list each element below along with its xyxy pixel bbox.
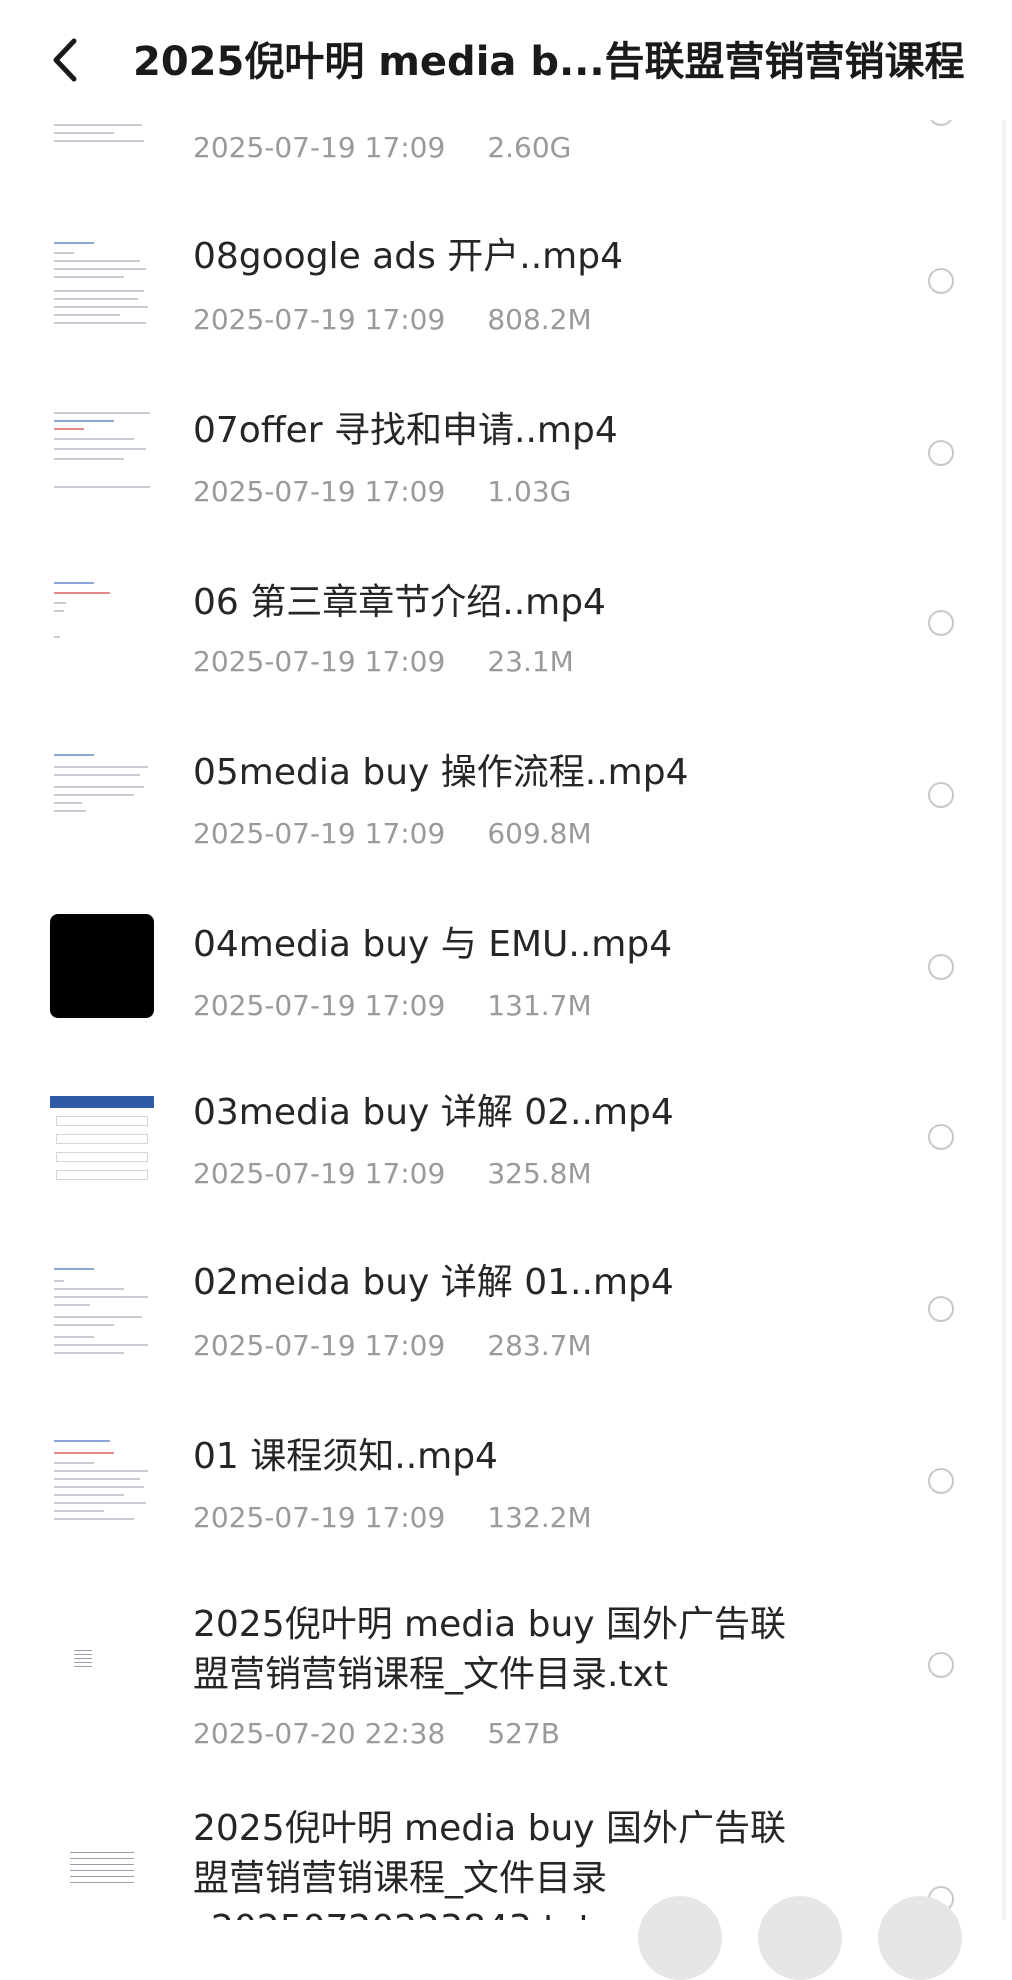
file-date: 2025-07-19 17:09	[193, 1501, 446, 1534]
select-radio[interactable]	[928, 610, 954, 636]
file-name: 05media buy 操作流程..mp4	[193, 752, 689, 793]
file-size: 2.60G	[487, 131, 572, 164]
select-radio[interactable]	[928, 440, 954, 466]
file-size: 1.03G	[487, 475, 572, 508]
file-name: 02meida buy 详解 01..mp4	[193, 1262, 674, 1303]
file-size: 808.2M	[487, 303, 592, 336]
file-meta: 2025-07-19 17:09 2.60G	[193, 128, 571, 168]
file-row[interactable]: 04media buy 与 EMU..mp4 2025-07-19 17:09 1…	[0, 906, 1012, 1066]
file-date: 2025-07-19 17:09	[193, 475, 446, 508]
file-size: 23.1M	[487, 645, 574, 678]
file-size: 609.8M	[487, 817, 592, 850]
back-button[interactable]	[40, 30, 90, 90]
file-date: 2025-07-19 17:09	[193, 817, 446, 850]
select-radio[interactable]	[928, 1468, 954, 1494]
file-thumbnail	[50, 576, 154, 680]
file-thumbnail	[50, 748, 154, 852]
file-name: 07offer 寻找和申请..mp4	[193, 410, 618, 451]
file-meta: 2025-07-19 17:09 808.2M	[193, 300, 592, 340]
file-thumbnail	[50, 1630, 154, 1734]
file-date: 2025-07-19 17:09	[193, 645, 446, 678]
top-bar: 2025倪叶明 media b...告联盟营销营销课程	[0, 0, 1012, 120]
file-meta: 2025-07-19 17:09 325.8M	[193, 1154, 592, 1194]
file-meta: 2025-07-19 17:09 131.7M	[193, 986, 592, 1026]
file-row[interactable]: 07offer 寻找和申请..mp4 2025-07-19 17:09 1.03G	[0, 392, 1012, 552]
file-row[interactable]: 2025倪叶明 media buy 国外广告联盟营销营销课程_文件目录_2025…	[0, 1800, 1012, 1920]
file-thumbnail	[50, 1262, 154, 1366]
file-row[interactable]: 2025倪叶明 media buy 国外广告联盟营销营销课程_文件目录.txt …	[0, 1600, 1012, 1776]
file-date: 2025-07-19 17:09	[193, 1157, 446, 1190]
file-meta: 2025-07-19 17:09 132.2M	[193, 1498, 592, 1538]
file-thumbnail	[50, 236, 154, 340]
select-radio[interactable]	[928, 1296, 954, 1322]
file-date: 2025-07-19 17:09	[193, 303, 446, 336]
select-radio[interactable]	[928, 1652, 954, 1678]
file-name: 04media buy 与 EMU..mp4	[193, 924, 673, 965]
file-row[interactable]: 03media buy 详解 02..mp4 2025-07-19 17:09 3…	[0, 1078, 1012, 1238]
file-date: 2025-07-19 17:09	[193, 131, 446, 164]
select-radio[interactable]	[928, 954, 954, 980]
file-row[interactable]: 05media buy 操作流程..mp4 2025-07-19 17:09 60…	[0, 734, 1012, 894]
file-date: 2025-07-19 17:09	[193, 989, 446, 1022]
scrollbar[interactable]	[1002, 120, 1006, 1920]
floating-action-button[interactable]	[878, 1896, 962, 1980]
file-name: 2025倪叶明 media buy 国外广告联盟营销营销课程_文件目录_2025…	[193, 1808, 787, 1920]
file-name: 2025倪叶明 media buy 国外广告联盟营销营销课程_文件目录.txt	[193, 1604, 787, 1695]
file-meta: 2025-07-19 17:09 283.7M	[193, 1326, 592, 1366]
file-name: 01 课程须知..mp4	[193, 1436, 498, 1477]
file-name: 03media buy 详解 02..mp4	[193, 1092, 674, 1133]
file-thumbnail	[50, 1434, 154, 1538]
file-meta: 2025-07-19 17:09 609.8M	[193, 814, 592, 854]
file-date: 2025-07-19 17:09	[193, 1329, 446, 1362]
file-size: 131.7M	[487, 989, 592, 1022]
file-meta: 2025-07-19 17:09 1.03G	[193, 472, 571, 512]
file-thumbnail	[50, 1840, 154, 1920]
file-thumbnail	[50, 404, 154, 508]
file-row[interactable]: 01 课程须知..mp4 2025-07-19 17:09 132.2M	[0, 1422, 1012, 1582]
file-meta: 2025-07-20 22:38 527B	[193, 1714, 560, 1754]
file-list: 2025-07-19 17:09 2.60G 08google ads 开户..m…	[0, 0, 1012, 1920]
file-date: 2025-07-20 22:38	[193, 1717, 446, 1750]
file-thumbnail	[50, 1086, 154, 1190]
file-size: 527B	[487, 1717, 560, 1750]
file-meta: 2025-07-19 17:09 23.1M	[193, 642, 574, 682]
file-thumbnail	[50, 914, 154, 1018]
file-row[interactable]: 02meida buy 详解 01..mp4 2025-07-19 17:09 2…	[0, 1250, 1012, 1410]
file-row[interactable]: 06 第三章章节介绍..mp4 2025-07-19 17:09 23.1M	[0, 562, 1012, 722]
select-radio[interactable]	[928, 268, 954, 294]
select-radio[interactable]	[928, 782, 954, 808]
file-name: 06 第三章章节介绍..mp4	[193, 582, 606, 623]
file-size: 132.2M	[487, 1501, 592, 1534]
page-title: 2025倪叶明 media b...告联盟营销营销课程	[133, 39, 965, 85]
floating-action-button[interactable]	[638, 1896, 722, 1980]
file-size: 283.7M	[487, 1329, 592, 1362]
file-name: 08google ads 开户..mp4	[193, 236, 623, 277]
file-size: 325.8M	[487, 1157, 592, 1190]
chevron-left-icon	[53, 38, 77, 82]
floating-action-button[interactable]	[758, 1896, 842, 1980]
select-radio[interactable]	[928, 1124, 954, 1150]
file-row[interactable]: 08google ads 开户..mp4 2025-07-19 17:09 808…	[0, 220, 1012, 380]
